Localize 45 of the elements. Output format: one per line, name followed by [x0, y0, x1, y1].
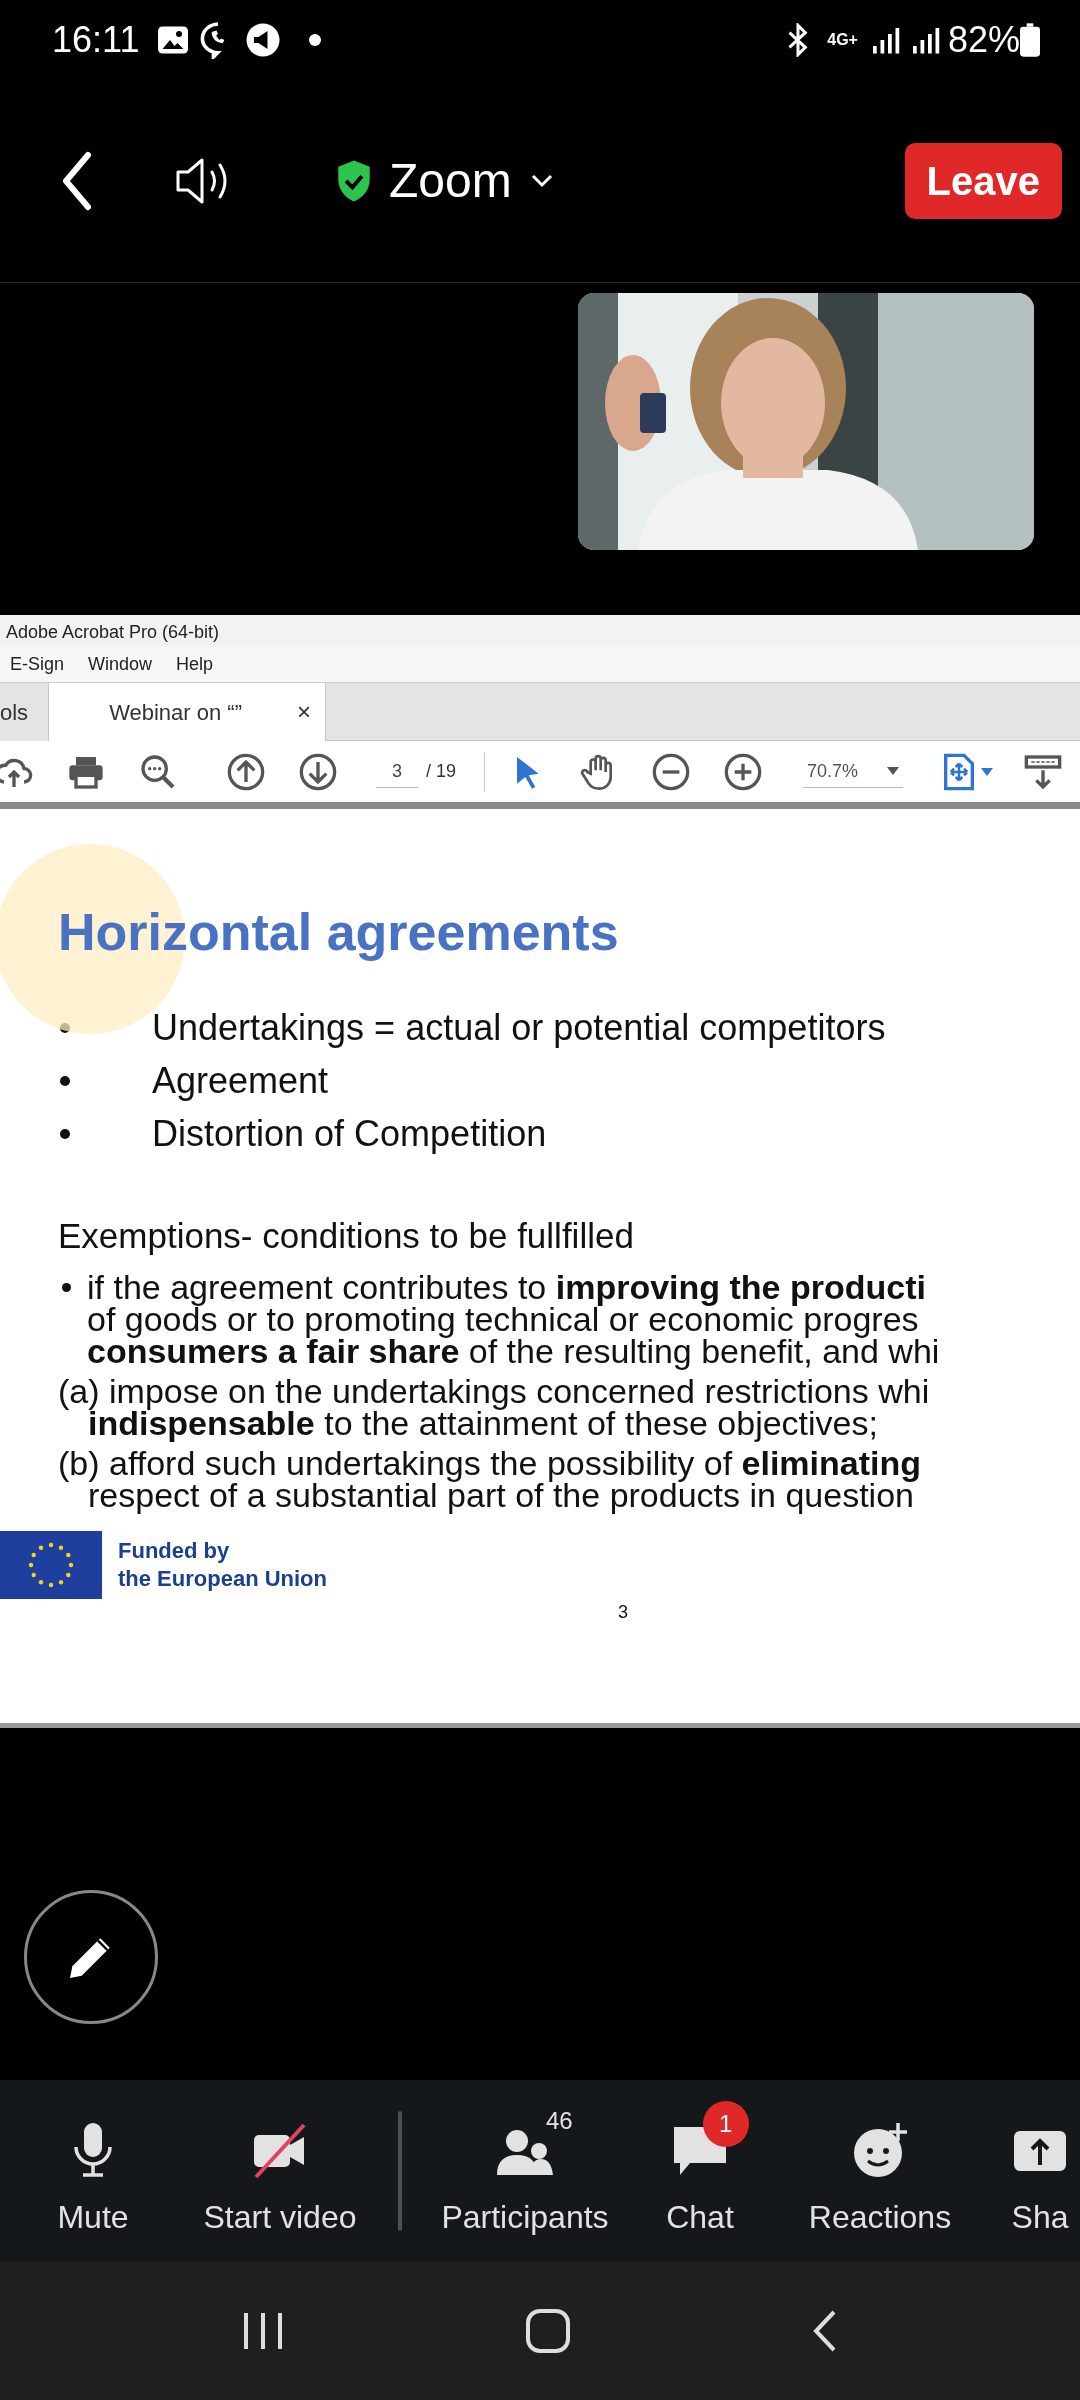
toolbar-button[interactable]: Participants 46 — [420, 2101, 630, 2241]
battery-percent: 82% — [947, 18, 1020, 62]
toolbar-button[interactable]: Sha — [1000, 2101, 1080, 2241]
exemptions-heading: Exemptions- conditions to be fullfilled — [58, 1215, 635, 1258]
zoom-level-field[interactable]: 70.7% — [803, 755, 904, 788]
document-tab[interactable]: Webinar on “” × — [48, 683, 327, 741]
close-tab-button[interactable]: × — [297, 694, 312, 730]
battery-icon — [1020, 23, 1040, 57]
meeting-title-button[interactable]: Zoom — [335, 145, 554, 217]
slide-page-number: 3 — [618, 1600, 629, 1624]
home-icon[interactable] — [525, 2308, 571, 2354]
bullet-text: Undertakings = actual or potential competitors — [152, 1005, 886, 1050]
arrow-up-circle-icon[interactable] — [226, 751, 266, 792]
megaphone-icon — [245, 22, 282, 58]
bullet-text: Agreement — [152, 1058, 329, 1103]
chevron-down-icon — [529, 173, 554, 189]
zoom-out-icon[interactable] — [651, 751, 692, 792]
dot-icon — [309, 34, 322, 46]
unread-badge: 1 — [702, 2101, 749, 2147]
flag-icon — [0, 1530, 102, 1599]
participant-count: 46 — [546, 2106, 573, 2136]
arrow-down-circle-icon[interactable] — [298, 751, 338, 792]
bullet-text: Distortion of Competition — [152, 1111, 547, 1156]
bullet-icon — [60, 1075, 70, 1086]
page-total: / 19 — [426, 760, 457, 783]
zoom-in-icon[interactable] — [723, 751, 764, 792]
leave-button[interactable]: Leave — [904, 143, 1062, 219]
toolbar-button[interactable]: Reactions — [790, 2101, 970, 2241]
bullet-icon — [62, 1282, 71, 1292]
back-icon[interactable] — [60, 151, 94, 211]
toolbar-button[interactable]: Mute — [28, 2101, 158, 2241]
clock-time: 16:11 — [52, 18, 140, 62]
toolbar-button[interactable]: Start video — [180, 2101, 380, 2241]
menu-item[interactable]: Window — [88, 651, 153, 678]
network-type: 4G+ — [827, 30, 858, 50]
menu-item[interactable]: Help — [176, 651, 214, 678]
toolbar-button[interactable]: Chat 1 — [630, 2101, 770, 2241]
caret-icon — [981, 767, 994, 776]
shield-check-icon — [335, 159, 373, 203]
app-title: Adobe Acrobat Pro (64-bit) — [0, 615, 1080, 647]
funder-text: Funded by the European Union — [118, 1536, 327, 1593]
menu-item[interactable]: E-Sign — [10, 651, 65, 678]
slide-title: Horizontal agreements — [58, 904, 620, 962]
bullet-icon — [60, 1128, 70, 1139]
caret-icon — [887, 767, 900, 775]
